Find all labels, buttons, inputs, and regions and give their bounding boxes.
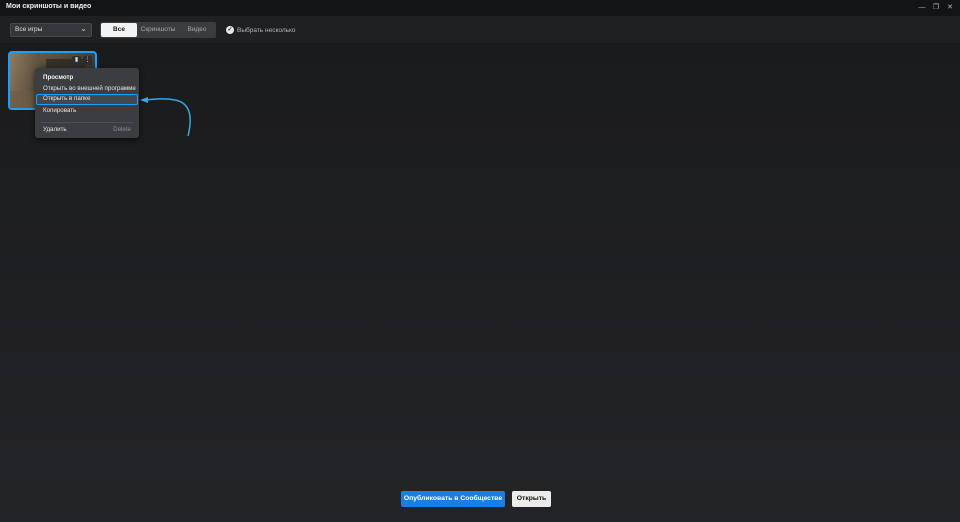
window-controls: — ❐ ✕ <box>918 3 954 12</box>
open-button[interactable]: Открыть <box>512 491 551 507</box>
select-multiple-label: Выбрать несколько <box>237 26 296 34</box>
restore-button[interactable]: ❐ <box>932 3 940 12</box>
select-multiple-toggle[interactable]: ✓ Выбрать несколько <box>226 26 296 34</box>
annotation-arrow-icon <box>140 97 191 137</box>
publish-to-community-button[interactable]: Опубликовать в Сообществе <box>401 491 505 507</box>
close-button[interactable]: ✕ <box>946 3 954 12</box>
checkmark-icon: ✓ <box>226 26 234 34</box>
minimize-button[interactable]: — <box>918 3 926 12</box>
